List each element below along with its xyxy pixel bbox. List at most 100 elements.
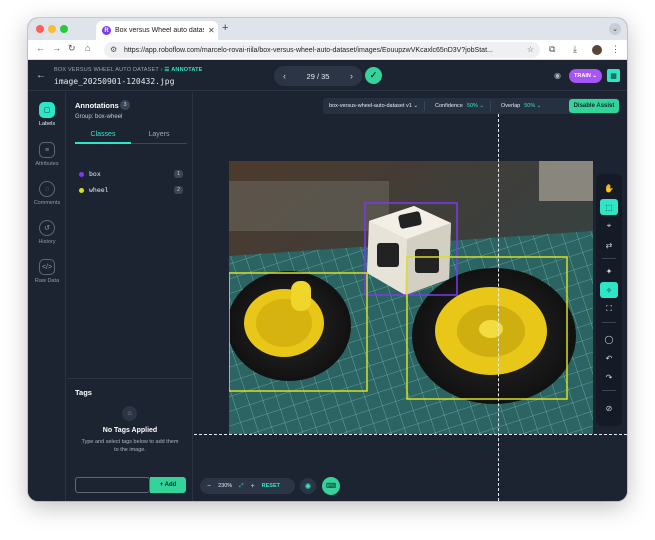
- tab-classes[interactable]: Classes: [75, 128, 131, 144]
- attributes-icon: ≡: [39, 142, 55, 158]
- null-annotation-icon[interactable]: ⊘: [600, 400, 618, 416]
- back-arrow-icon[interactable]: ←: [36, 43, 45, 53]
- tab-layers[interactable]: Layers: [131, 128, 187, 144]
- browser-tab-bar: R Box versus Wheel auto datas ✕ + ⌄: [28, 18, 627, 40]
- class-color-dot: [79, 187, 84, 193]
- zoom-level: 230%: [218, 483, 233, 489]
- box-prompting-icon[interactable]: ⛶: [600, 301, 618, 317]
- crosshair-horizontal: [194, 434, 627, 435]
- close-tab-icon[interactable]: ✕: [208, 26, 218, 35]
- polygon-tool-icon[interactable]: ⌖: [600, 218, 618, 234]
- zoom-reset-button[interactable]: RESET: [262, 483, 280, 489]
- profile-avatar[interactable]: [592, 45, 602, 55]
- home-icon[interactable]: ⌂: [85, 43, 90, 53]
- rail-item-labels[interactable]: ▢ Labels: [28, 102, 66, 127]
- rail-item-history[interactable]: ↺ History: [28, 220, 66, 245]
- address-bar[interactable]: ⚙ https://app.roboflow.com/marcelo-rovai…: [104, 42, 540, 58]
- rail-label: Labels: [38, 121, 56, 127]
- download-icon[interactable]: ⤓: [573, 44, 577, 55]
- next-image-chevron-icon[interactable]: ›: [350, 71, 353, 81]
- tool-separator: [602, 258, 616, 259]
- back-to-dataset-icon[interactable]: ←: [36, 70, 46, 81]
- pan-hand-icon[interactable]: ✋: [600, 180, 618, 196]
- right-wheel: [412, 268, 576, 404]
- browser-menu-icon[interactable]: ⋮: [611, 44, 620, 55]
- forward-arrow-icon[interactable]: →: [52, 43, 61, 53]
- history-icon: ↺: [39, 220, 55, 236]
- model-select[interactable]: box-versus-wheel-auto-dataset v1 ⌄: [323, 103, 418, 109]
- hide-annotations-eye-icon[interactable]: ◉: [554, 71, 561, 80]
- assist-separator: [424, 101, 425, 111]
- tab-search-chevron-icon[interactable]: ⌄: [609, 23, 621, 35]
- browser-tab[interactable]: R Box versus Wheel auto datas ✕: [96, 21, 218, 40]
- class-count-badge: 1: [174, 170, 183, 178]
- extensions-icon[interactable]: ⧉: [549, 44, 555, 55]
- overlap-select[interactable]: 50% ⌄: [524, 103, 541, 109]
- disable-assist-button[interactable]: Disable Assist: [569, 99, 619, 113]
- rail-label: Attributes: [35, 161, 59, 167]
- bounding-box-tool-icon[interactable]: ⬚: [600, 199, 618, 215]
- pager-count: 29 / 35: [306, 71, 330, 81]
- no-tags-heading: No Tags Applied: [102, 427, 158, 434]
- keyboard-shortcuts-icon[interactable]: ⌨: [322, 477, 340, 495]
- breadcrumb: BOX VERSUS WHEEL AUTO DATASET › ☰ ANNOTA…: [54, 67, 203, 73]
- rail-label: Raw Data: [34, 278, 60, 284]
- annotations-title: Annotations: [75, 101, 119, 110]
- overlap-label: Overlap: [500, 103, 521, 109]
- confidence-select[interactable]: 50% ⌄: [467, 103, 484, 109]
- image-filename: image_20250901-120432.jpg: [54, 77, 175, 86]
- tags-title: Tags: [75, 388, 92, 397]
- fit-screen-icon[interactable]: ⤢: [239, 483, 243, 490]
- panel-tabs: Classes Layers: [75, 128, 187, 144]
- bookmark-star-icon[interactable]: ☆: [527, 45, 534, 54]
- confidence-value: 50%: [466, 103, 478, 109]
- previous-image-chevron-icon[interactable]: ‹: [283, 71, 286, 81]
- layout-toggle-icon[interactable]: ▦: [607, 69, 620, 82]
- rail-label: Comments: [33, 200, 61, 206]
- overlap-value: 50%: [524, 103, 536, 109]
- class-color-dot: [79, 171, 84, 177]
- tool-separator: [602, 390, 616, 391]
- annotation-group: Group: box-wheel: [75, 114, 123, 120]
- train-button[interactable]: TRAIN ⌄: [569, 69, 602, 83]
- photo-scene: [229, 161, 593, 434]
- smart-polygon-icon[interactable]: ✦: [600, 263, 618, 279]
- blurred-desk-object: [539, 161, 593, 201]
- reload-icon[interactable]: ↻: [68, 43, 76, 54]
- zoom-out-button[interactable]: −: [207, 483, 211, 490]
- new-tab-button[interactable]: +: [222, 22, 228, 34]
- site-settings-icon[interactable]: ⚙: [110, 45, 117, 54]
- rail-item-raw-data[interactable]: </> Raw Data: [28, 259, 66, 284]
- class-item-box[interactable]: box 1: [79, 169, 183, 179]
- maximize-window-button[interactable]: [60, 25, 68, 33]
- tag-icon: ⌂: [122, 406, 137, 421]
- annotated-photo[interactable]: [229, 161, 593, 434]
- breadcrumb-separator: ›: [160, 67, 163, 73]
- add-tag-button[interactable]: + Add: [150, 477, 186, 493]
- image-pager: ‹ 29 / 35 ›: [274, 66, 362, 86]
- rail-item-comments[interactable]: ◌ Comments: [28, 181, 66, 206]
- settings-sun-icon[interactable]: ✺: [300, 478, 316, 494]
- comments-icon: ◌: [39, 181, 55, 197]
- close-window-button[interactable]: [36, 25, 44, 33]
- tag-input[interactable]: [75, 477, 150, 493]
- breadcrumb-mode: ANNOTATE: [171, 67, 203, 73]
- approve-check-button[interactable]: ✓: [365, 67, 382, 84]
- left-rail: ▢ Labels ≡ Attributes ◌ Comments ↺ Histo…: [28, 92, 66, 501]
- no-tags-description: Type and select tags below to add them t…: [81, 439, 179, 453]
- comment-icon[interactable]: ◯: [600, 331, 618, 347]
- browser-window: R Box versus Wheel auto datas ✕ + ⌄ ← → …: [28, 18, 627, 501]
- breadcrumb-project[interactable]: BOX VERSUS WHEEL AUTO DATASET: [54, 67, 159, 73]
- labels-icon: ▢: [39, 102, 55, 118]
- zoom-in-button[interactable]: +: [251, 483, 255, 490]
- repeat-previous-icon[interactable]: ⇄: [600, 237, 618, 253]
- undo-icon[interactable]: ↶: [600, 350, 618, 366]
- minimize-window-button[interactable]: [48, 25, 56, 33]
- redo-icon[interactable]: ↷: [600, 369, 618, 385]
- annotations-panel: Annotations 3 Group: box-wheel Classes L…: [67, 92, 193, 501]
- class-item-wheel[interactable]: wheel 2: [79, 185, 183, 195]
- rail-item-attributes[interactable]: ≡ Attributes: [28, 142, 66, 167]
- browser-toolbar: ← → ↻ ⌂ ⚙ https://app.roboflow.com/marce…: [28, 40, 627, 60]
- label-assist-wand-icon[interactable]: ✧: [600, 282, 618, 298]
- app-header: ← BOX VERSUS WHEEL AUTO DATASET › ☰ ANNO…: [28, 61, 627, 91]
